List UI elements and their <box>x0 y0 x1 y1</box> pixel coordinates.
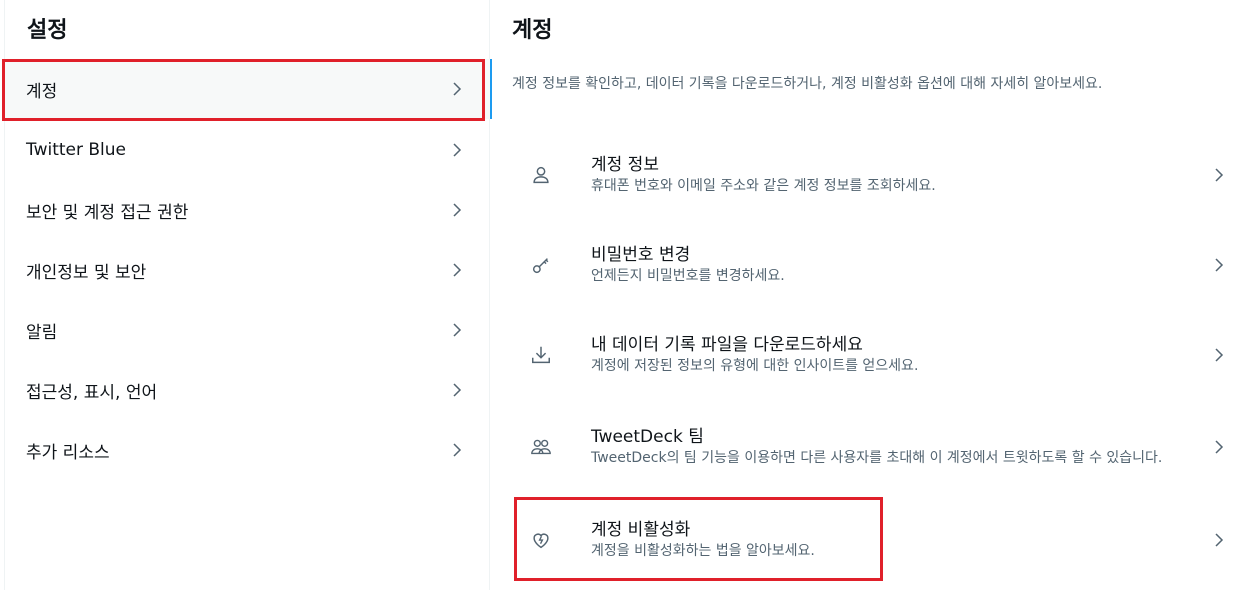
row-title: 비밀번호 변경 <box>591 245 691 265</box>
chevron-right-icon <box>448 261 466 279</box>
download-archive-row[interactable]: 내 데이터 기록 파일을 다운로드하세요 계정에 저장된 정보의 유형에 대한 … <box>511 310 1228 400</box>
row-title: 계정 정보 <box>591 155 659 175</box>
sidebar-item-label: 알림 <box>26 322 58 343</box>
change-password-row[interactable]: 비밀번호 변경 언제든지 비밀번호를 변경하세요. <box>511 220 1228 310</box>
chevron-right-icon <box>448 321 466 339</box>
row-title: 계정 비활성화 <box>591 520 691 540</box>
chevron-right-icon <box>448 141 466 159</box>
row-subtitle: 계정을 비활성화하는 법을 알아보세요. <box>591 543 815 559</box>
chevron-right-icon <box>1210 438 1228 456</box>
tweetdeck-teams-row[interactable]: TweetDeck 팀 TweetDeck의 팀 기능을 이용하면 다른 사용자… <box>511 402 1228 492</box>
chevron-right-icon <box>448 381 466 399</box>
chevron-right-icon <box>1210 346 1228 364</box>
sidebar-item-label: 계정 <box>26 81 58 102</box>
sidebar-item-resources[interactable]: 추가 리소스 <box>5 420 490 480</box>
broken-heart-icon <box>511 529 571 551</box>
row-subtitle: TweetDeck의 팀 기능을 이용하면 다른 사용자를 초대해 이 계정에서… <box>591 450 1163 466</box>
sidebar-item-security[interactable]: 보안 및 계정 접근 권한 <box>5 180 490 240</box>
row-subtitle: 휴대폰 번호와 이메일 주소와 같은 계정 정보를 조회하세요. <box>591 178 936 194</box>
chevron-right-icon <box>1210 256 1228 274</box>
sidebar-item-accessibility[interactable]: 접근성, 표시, 언어 <box>5 360 490 420</box>
row-title: 내 데이터 기록 파일을 다운로드하세요 <box>591 335 863 355</box>
page-title: 계정 <box>512 18 553 43</box>
chevron-right-icon <box>448 201 466 219</box>
row-subtitle: 계정에 저장된 정보의 유형에 대한 인사이트를 얻으세요. <box>591 358 919 374</box>
sidebar-item-label: 접근성, 표시, 언어 <box>26 382 158 403</box>
row-title: TweetDeck 팀 <box>591 427 704 447</box>
deactivate-account-row[interactable]: 계정 비활성화 계정을 비활성화하는 법을 알아보세요. <box>511 495 1228 585</box>
account-info-row[interactable]: 계정 정보 휴대폰 번호와 이메일 주소와 같은 계정 정보를 조회하세요. <box>511 130 1228 220</box>
chevron-right-icon <box>1210 531 1228 549</box>
chevron-right-icon <box>448 80 466 98</box>
download-icon <box>511 344 571 366</box>
key-icon <box>511 254 571 276</box>
chevron-right-icon <box>448 441 466 459</box>
page-description: 계정 정보를 확인하고, 데이터 기록을 다운로드하거나, 계정 비활성화 옵션… <box>512 76 1103 92</box>
row-subtitle: 언제든지 비밀번호를 변경하세요. <box>591 268 785 284</box>
sidebar-item-privacy[interactable]: 개인정보 및 보안 <box>5 240 490 300</box>
settings-sidebar: 설정 계정 Twitter Blue 보안 및 계정 접근 권한 개인정보 및 … <box>4 0 492 590</box>
sidebar-item-account[interactable]: 계정 <box>5 59 492 119</box>
sidebar-item-label: Twitter Blue <box>26 140 126 160</box>
sidebar-item-label: 추가 리소스 <box>26 442 110 463</box>
people-icon <box>511 436 571 458</box>
sidebar-item-label: 개인정보 및 보안 <box>26 262 147 283</box>
person-icon <box>511 164 571 186</box>
settings-title: 설정 <box>27 18 68 43</box>
sidebar-item-notifications[interactable]: 알림 <box>5 300 490 360</box>
sidebar-item-twitter-blue[interactable]: Twitter Blue <box>5 120 490 180</box>
sidebar-item-label: 보안 및 계정 접근 권한 <box>26 202 189 223</box>
chevron-right-icon <box>1210 166 1228 184</box>
account-panel: 계정 계정 정보를 확인하고, 데이터 기록을 다운로드하거나, 계정 비활성화… <box>491 0 1237 590</box>
